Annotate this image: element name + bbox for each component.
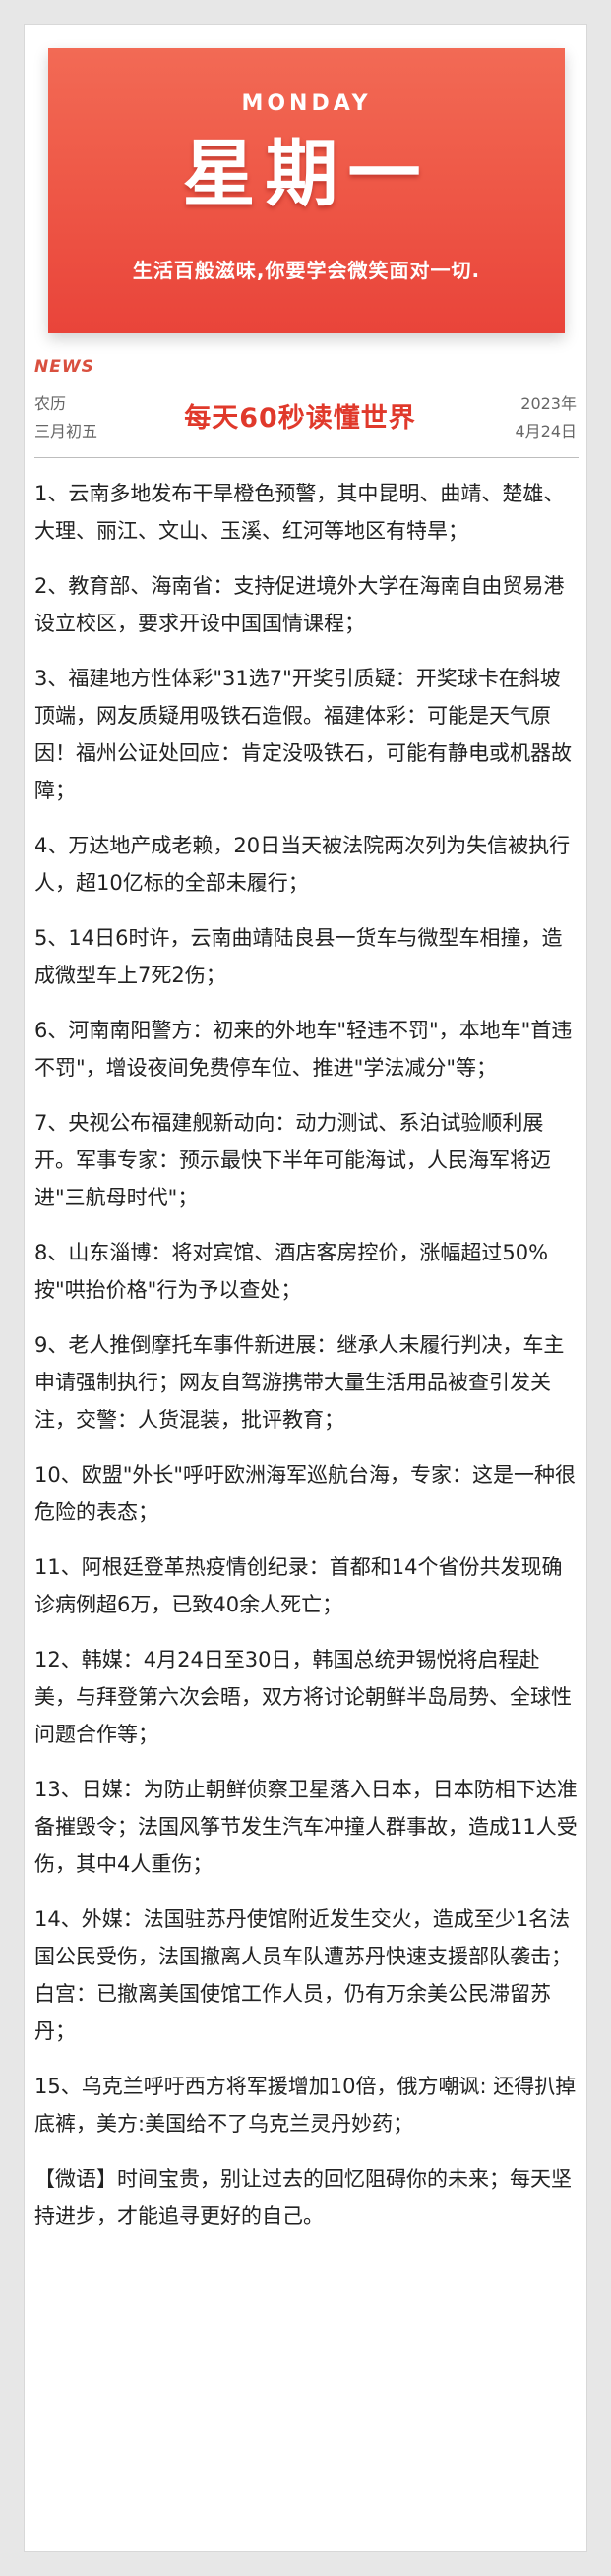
weekday-banner: MONDAY 星期一 生活百般滋味,你要学会微笑面对一切. (48, 48, 565, 333)
news-item: 10、欧盟"外长"呼吁欧洲海军巡航台海，专家：这是一种很危险的表态； (34, 1463, 577, 1524)
calendar-month-day: 4月24日 (515, 422, 577, 440)
news-item: 2、教育部、海南省：支持促进境外大学在海南自由贸易港设立校区，要求开设中国国情课… (34, 574, 565, 635)
page-title: 每天60秒读懂世界 (184, 403, 416, 434)
news-card: MONDAY 星期一 生活百般滋味,你要学会微笑面对一切. NEWS 农历 三月… (24, 24, 587, 2552)
news-label: NEWS (34, 357, 94, 377)
news-item: 15、乌克兰呼吁西方将军援增加10倍，俄方嘲讽: 还得扒掉底裤，美方:美国给不了… (34, 2075, 577, 2136)
header-divider-bottom (34, 457, 579, 458)
news-list: 1、云南多地发布干旱橙色预警，其中昆明、曲靖、楚雄、大理、丽江、文山、玉溪、红河… (34, 475, 579, 2235)
banner-slogan: 生活百般滋味,你要学会微笑面对一切. (132, 259, 481, 282)
calendar-year: 2023年 (520, 394, 577, 413)
lunar-date-label: 农历 (34, 394, 67, 413)
news-item: 4、万达地产成老赖，20日当天被法院两次列为失信被执行人，超10亿标的全部未履行… (34, 834, 571, 895)
calendar-date: 2023年 4月24日 (478, 390, 577, 445)
news-item: 1、云南多地发布干旱橙色预警，其中昆明、曲靖、楚雄、大理、丽江、文山、玉溪、红河… (34, 482, 565, 543)
news-item: 7、央视公布福建舰新动向：动力测试、系泊试验顺利展开。军事专家：预示最快下半年可… (34, 1111, 551, 1209)
lunar-date-value: 三月初五 (34, 422, 98, 440)
news-item: 8、山东淄博：将对宾馆、酒店客房控价，涨幅超过50%按"哄抬价格"行为予以查处； (34, 1241, 549, 1302)
news-item: 6、河南南阳警方：初来的外地车"轻违不罚"，本地车"首违不罚"，增设夜间免费停车… (34, 1019, 573, 1080)
news-item: 11、阿根廷登革热疫情创纪录：首都和14个省份共发现确诊病例超6万，已致40余人… (34, 1555, 563, 1616)
weekday-english: MONDAY (241, 91, 372, 116)
news-item: 3、福建地方性体彩"31选7"开奖引质疑：开奖球卡在斜坡顶端，网友质疑用吸铁石造… (34, 667, 572, 802)
news-item: 5、14日6时许，云南曲靖陆良县一货车与微型车相撞，造成微型车上7死2伤； (34, 926, 563, 987)
weekday-chinese: 星期一 (182, 132, 431, 216)
closing-quote: 【微语】时间宝贵，别让过去的回忆阻碍你的未来；每天坚持进步，才能追寻更好的自己。 (34, 2167, 572, 2228)
lunar-date: 农历 三月初五 (34, 390, 113, 445)
news-item: 9、老人推倒摩托车事件新进展：继承人未履行判决，车主申请强制执行；网友自驾游携带… (34, 1333, 565, 1432)
news-item: 14、外媒：法国驻苏丹使馆附近发生交火，造成至少1名法国公民受伤，法国撤离人员车… (34, 1907, 572, 2043)
news-item: 12、韩媒：4月24日至30日，韩国总统尹锡悦将启程赴美，与拜登第六次会晤，双方… (34, 1648, 572, 1746)
news-item: 13、日媒：为防止朝鲜侦察卫星落入日本，日本防相下达准备摧毁令；法国风筝节发生汽… (34, 1778, 578, 1876)
